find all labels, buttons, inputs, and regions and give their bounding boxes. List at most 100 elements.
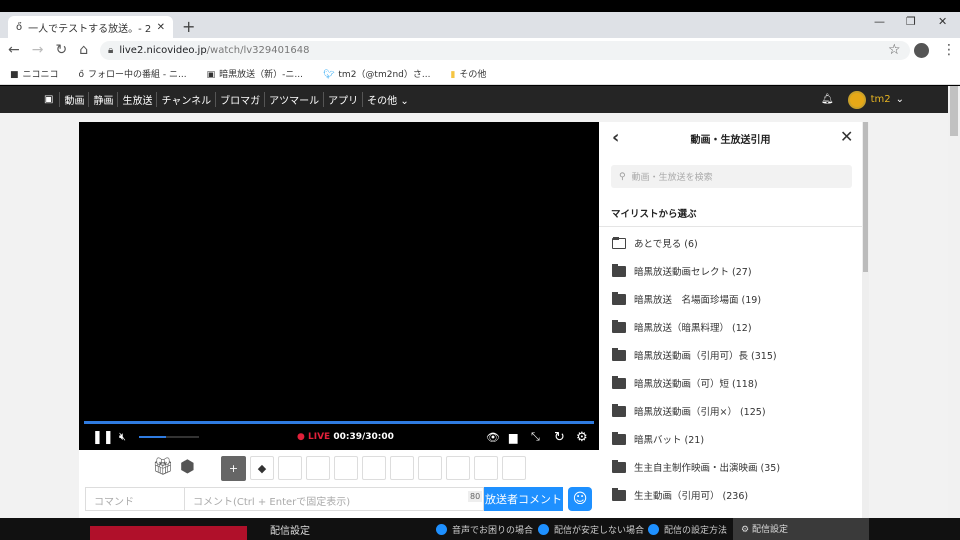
avatar xyxy=(847,90,866,109)
tab-title: 一人でテストする放送。- 2020/12/... xyxy=(28,23,151,35)
section-heading: マイリストから選ぶ xyxy=(611,209,697,220)
url-domain: live2.nicovideo.jp xyxy=(119,45,207,56)
site-nav: ▣ 動画 静画 生放送 チャンネル ブロマガ アツマール アプリ その他 ⌄ 🔔… xyxy=(0,86,948,113)
bell-icon[interactable]: 🔔︎ xyxy=(821,94,834,105)
mylist-item[interactable]: 暗黒放送動画（引用可）長 (315) xyxy=(612,347,777,362)
folder-icon xyxy=(612,263,626,277)
forward-icon[interactable]: → xyxy=(32,42,44,58)
mylist-item[interactable]: 暗黒放送（暗黒料理） (12) xyxy=(612,319,752,334)
item-slot[interactable] xyxy=(334,456,358,480)
new-tab-button[interactable]: + xyxy=(182,17,195,36)
quote-slot[interactable]: ◆ xyxy=(250,456,274,480)
back-icon[interactable]: ← xyxy=(8,42,20,58)
settings-icon[interactable]: ⚙ xyxy=(576,430,588,445)
item-slot[interactable] xyxy=(474,456,498,480)
url-input[interactable]: 🔒︎ live2.nicovideo.jp/watch/lv329401648 xyxy=(100,41,910,60)
bookmark-folder[interactable]: ▮ その他 xyxy=(450,67,486,80)
nav-item[interactable]: 動画 xyxy=(59,92,88,107)
mute-icon[interactable]: 🔇︎ xyxy=(119,430,126,444)
mylist-item[interactable]: 暗黒放送動画（可）短 (118) xyxy=(612,375,758,390)
bookmarks-bar: ■ ニコニコ ő フォロー中の番組 - ニ... ▣ 暗黒放送（新）-ニ... 🐦︎ t… xyxy=(0,62,960,85)
browser-tab[interactable]: ő 一人でテストする放送。- 2020/12/... ✕ xyxy=(8,16,173,38)
back-button[interactable]: ‹ xyxy=(612,127,619,148)
fullscreen-icon[interactable]: ⤡ xyxy=(531,430,540,444)
close-button[interactable]: ✕ xyxy=(840,127,853,146)
help-icon xyxy=(538,524,549,535)
time-display: 00:39/30:00 xyxy=(333,432,394,442)
folder-icon xyxy=(612,375,626,389)
help-link[interactable]: 配信の設定方法 xyxy=(648,523,727,536)
nav-item[interactable]: アツマール xyxy=(264,92,323,107)
gift-icon[interactable]: 🎁︎ xyxy=(152,457,174,477)
video-player[interactable] xyxy=(79,122,599,450)
folder-icon xyxy=(612,403,626,417)
broadcaster-comment-button[interactable]: 放送者コメント xyxy=(484,487,563,511)
nav-item[interactable]: 生放送 xyxy=(117,92,156,107)
page-scrollbar[interactable] xyxy=(948,86,960,518)
mylist-item[interactable]: 暗黒放送動画（引用×） (125) xyxy=(612,403,766,418)
bookmark-item[interactable]: ▣ 暗黒放送（新）-ニ... xyxy=(207,67,303,80)
mylist-item[interactable]: 暗黒放送 名場面珍場面 (19) xyxy=(612,291,761,306)
folder-icon xyxy=(612,291,626,305)
item-slot[interactable] xyxy=(502,456,526,480)
item-slot[interactable] xyxy=(390,456,414,480)
item-slot[interactable] xyxy=(278,456,302,480)
search-icon: ⚲ xyxy=(619,171,626,182)
niconico-logo-icon[interactable]: ▣ xyxy=(44,94,53,105)
nav-item[interactable]: アプリ xyxy=(323,92,362,107)
help-link[interactable]: 配信が安定しない場合 xyxy=(538,523,644,536)
user-menu[interactable]: tm2 ⌄ xyxy=(847,90,904,109)
help-link[interactable]: 音声でお困りの場合 xyxy=(436,523,533,536)
panel-scrollbar[interactable] xyxy=(862,122,869,518)
folder-icon xyxy=(612,347,626,361)
mylist-item[interactable]: あとで見る (6) xyxy=(612,236,698,250)
star-icon[interactable]: ☆ xyxy=(888,42,901,58)
favicon-icon: ő xyxy=(16,21,23,33)
command-input[interactable]: コマンド xyxy=(85,487,185,511)
pause-icon[interactable]: ❚❚ xyxy=(92,430,114,445)
player-controls: ❚❚ 🔇︎ ● LIVE 00:39/30:00 👁︎ ▆ ⤡ ↻ ⚙ xyxy=(79,424,599,450)
minimize-button[interactable]: — xyxy=(874,15,885,28)
help-icon xyxy=(648,524,659,535)
mylist-item[interactable]: 生主動画（引用可） (236) xyxy=(612,487,748,502)
url-path: /watch/lv329401648 xyxy=(206,45,310,56)
bookmark-item[interactable]: ■ ニコニコ xyxy=(10,67,59,80)
nav-item[interactable]: チャンネル xyxy=(156,92,215,107)
item-slot[interactable] xyxy=(306,456,330,480)
add-item-button[interactable]: + xyxy=(221,456,246,481)
settings-heading: 配信設定 xyxy=(270,526,310,537)
comment-toggle-icon[interactable]: ▆ xyxy=(509,431,517,444)
panel-search-input[interactable]: ⚲ 動画・生放送を検索 xyxy=(611,165,852,188)
reload-icon[interactable]: ↻ xyxy=(55,42,67,58)
nav-item[interactable]: 静画 xyxy=(88,92,117,107)
close-tab-icon[interactable]: ✕ xyxy=(157,22,165,33)
lock-icon: 🔒︎ xyxy=(108,45,114,56)
broadcast-button[interactable] xyxy=(90,526,247,540)
home-icon[interactable]: ⌂ xyxy=(79,42,88,58)
item-slot[interactable] xyxy=(362,456,386,480)
divider xyxy=(599,226,862,227)
item-slot[interactable] xyxy=(418,456,442,480)
close-window-button[interactable]: ✕ xyxy=(938,15,947,28)
nav-item-more[interactable]: その他 ⌄ xyxy=(362,92,413,107)
folder-icon xyxy=(612,487,626,501)
reload-player-icon[interactable]: ↻ xyxy=(554,430,565,445)
volume-slider[interactable] xyxy=(139,436,199,438)
bookmark-item[interactable]: 🐦︎ tm2（@tm2nd）さ... xyxy=(323,67,430,80)
item-slot[interactable] xyxy=(446,456,470,480)
mylist-item[interactable]: 暗黒放送動画セレクト (27) xyxy=(612,263,752,278)
eye-icon[interactable]: 👁︎ xyxy=(486,431,500,444)
settings-button[interactable]: ⚙ 配信設定 xyxy=(733,518,869,540)
live-badge: ● LIVE xyxy=(297,432,331,442)
bookmark-item[interactable]: ő フォロー中の番組 - ニ... xyxy=(79,67,187,80)
menu-icon[interactable]: ⋮ xyxy=(942,42,956,58)
profile-icon[interactable] xyxy=(914,42,929,58)
nav-item[interactable]: ブロマガ xyxy=(215,92,264,107)
folder-icon xyxy=(612,431,626,445)
mylist-item[interactable]: 暗黒バット (21) xyxy=(612,431,704,446)
emotion-button[interactable]: ☺ xyxy=(568,487,592,511)
restore-button[interactable]: ❐ xyxy=(906,15,916,28)
mylist-item[interactable]: 生主自主制作映画・出演映画 (35) xyxy=(612,459,780,474)
gift-box-icon[interactable]: ⬢ xyxy=(180,457,195,477)
comment-input[interactable]: コメント(Ctrl + Enterで固定表示) xyxy=(184,487,484,511)
